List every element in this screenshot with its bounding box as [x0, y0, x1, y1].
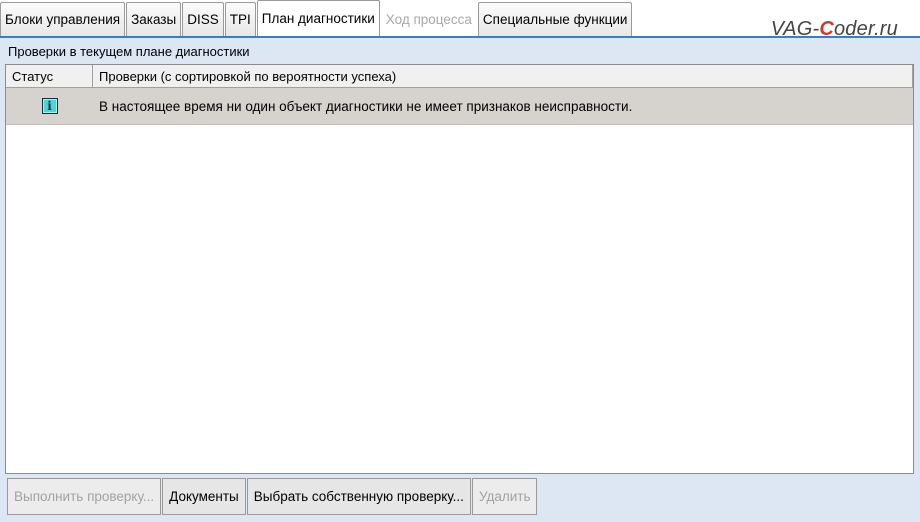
run-check-button: Выполнить проверку... — [7, 478, 162, 515]
checks-table[interactable]: Статус Проверки (с сортировкой по вероят… — [5, 64, 914, 474]
panel-title: Проверки в текущем плане диагностики — [8, 44, 250, 59]
action-buttons: Выполнить проверку... Документы Выбрать … — [7, 478, 538, 515]
tabs: Блоки управления Заказы DISS TPI План ди… — [0, 0, 633, 36]
tab-orders[interactable]: Заказы — [126, 2, 182, 36]
tab-tpi[interactable]: TPI — [224, 2, 256, 36]
status-cell: i — [6, 98, 93, 114]
table-header: Статус Проверки (с сортировкой по вероят… — [6, 65, 913, 88]
tab-strip: Блоки управления Заказы DISS TPI План ди… — [0, 0, 920, 40]
column-header-status[interactable]: Статус — [6, 65, 93, 87]
select-own-check-button[interactable]: Выбрать собственную проверку... — [246, 478, 471, 515]
tab-underline — [0, 36, 920, 38]
delete-button: Удалить — [471, 478, 538, 515]
tab-special-functions[interactable]: Специальные функции — [477, 2, 633, 36]
tab-diagnostic-plan[interactable]: План диагностики — [256, 0, 380, 36]
check-text: В настоящее время ни один объект диагнос… — [99, 98, 633, 114]
info-icon: i — [41, 98, 58, 114]
tab-control-units[interactable]: Блоки управления — [0, 2, 126, 36]
table-row[interactable]: i В настоящее время ни один объект диагн… — [6, 88, 913, 125]
tab-diss[interactable]: DISS — [182, 2, 224, 36]
documents-button[interactable]: Документы — [162, 478, 246, 515]
tab-process-progress: Ход процесса — [380, 2, 477, 36]
column-header-checks[interactable]: Проверки (с сортировкой по вероятности у… — [93, 65, 913, 87]
